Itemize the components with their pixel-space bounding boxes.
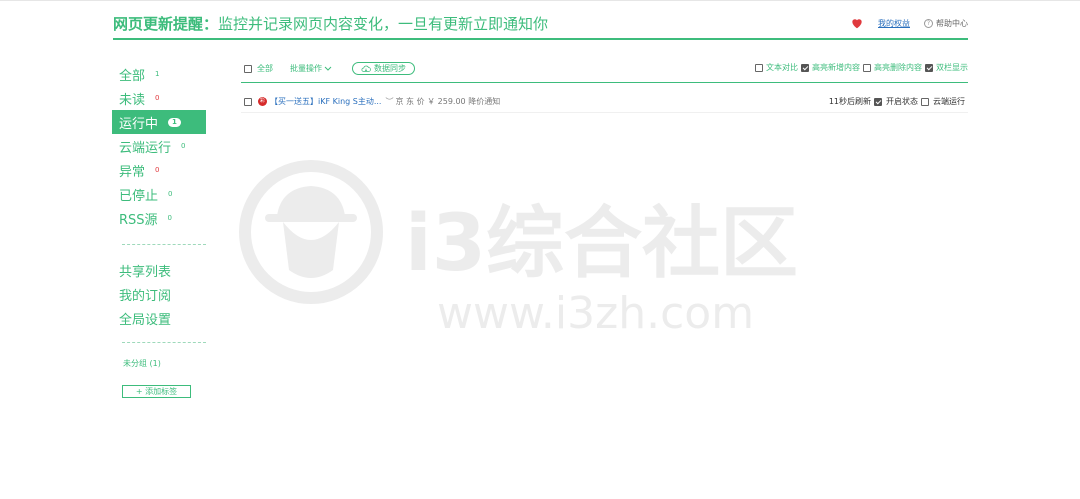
sidebar-item-count: 0: [155, 166, 160, 174]
add-tag-button[interactable]: + 添加标签: [122, 385, 191, 398]
item-meta-text: 京 东 价 ￥ 259.00 降价通知: [395, 97, 501, 106]
help-center-link[interactable]: 帮助中心: [936, 18, 968, 29]
chevron-down-icon: [324, 66, 332, 71]
sidebar-item-count: 1: [155, 70, 160, 78]
sidebar-item-count: 1: [168, 117, 181, 127]
sidebar-item-all[interactable]: 全部 1: [112, 62, 206, 86]
option-highlight-added[interactable]: 高亮新增内容: [801, 62, 860, 73]
sidebar-item-running[interactable]: 运行中 1: [112, 110, 206, 134]
sidebar-item-label: RSS源: [119, 212, 158, 228]
row-left: 彩 【买一送五】iKF King S主动... ︶ 京 东 价 ￥ 259.00…: [244, 96, 500, 107]
sidebar-item-label: 云端运行: [119, 140, 172, 156]
option-text-compare[interactable]: 文本对比: [755, 62, 798, 73]
select-all-checkbox[interactable]: [244, 64, 252, 73]
option-label: 文本对比: [766, 63, 798, 72]
row-right: 11秒后刷新 开启状态 云端运行: [829, 96, 968, 107]
watermark-brand: i3综合社区: [405, 199, 798, 289]
watermark-logo-icon: [239, 160, 383, 304]
group-label: 未分组: [123, 359, 147, 368]
batch-actions-dropdown[interactable]: 批量操作: [290, 63, 332, 74]
toolbar-options: 文本对比 高亮新增内容 高亮删除内容 双栏显示: [752, 62, 968, 73]
sidebar-item-unread[interactable]: 未读 0: [112, 86, 206, 110]
select-all-label: 全部: [257, 64, 273, 73]
my-rights-link[interactable]: 我的权益: [878, 18, 910, 29]
data-sync-label: 数据同步: [374, 64, 406, 73]
cloud-run-checkbox[interactable]: [921, 97, 929, 106]
highlight-deleted-checkbox[interactable]: [863, 63, 871, 72]
sidebar-item-label: 已停止: [119, 188, 159, 204]
sidebar-item-global-settings[interactable]: 全局设置: [112, 306, 206, 330]
jd-logo-icon: ︶: [385, 97, 394, 106]
divider: [122, 342, 206, 343]
sidebar: 全部 1 未读 0 运行中 1 云端运行 0 异常 0 已停止 0 RSS源 0…: [112, 62, 206, 398]
sidebar-item-label: 我的订阅: [119, 288, 172, 304]
cloud-run-label: 云端运行: [933, 97, 965, 106]
option-highlight-deleted[interactable]: 高亮删除内容: [863, 62, 922, 73]
group-count: (1): [149, 359, 161, 368]
row-checkbox[interactable]: [244, 97, 252, 106]
site-favicon-icon: 彩: [258, 97, 267, 106]
help-icon[interactable]: ?: [924, 18, 933, 28]
title-main: 网页更新提醒：: [113, 15, 219, 33]
option-label: 高亮删除内容: [874, 63, 922, 72]
refresh-countdown: 11秒后刷新: [828, 97, 871, 106]
watermark: i3综合社区 www.i3zh.com: [239, 160, 798, 338]
sidebar-item-cloud-running[interactable]: 云端运行 0: [112, 134, 206, 158]
page-header: 网页更新提醒：监控并记录网页内容变化，一旦有更新立即通知你 我的权益 ? 帮助中…: [113, 10, 968, 40]
sidebar-item-rss[interactable]: RSS源 0: [112, 206, 206, 230]
title-subtitle: 监控并记录网页内容变化，一旦有更新立即通知你: [218, 15, 549, 33]
item-title-link[interactable]: 【买一送五】iKF King S主动...: [270, 96, 381, 107]
enabled-checkbox[interactable]: [874, 97, 882, 106]
sidebar-item-count: 0: [155, 94, 160, 102]
item-meta: ︶ 京 东 价 ￥ 259.00 降价通知: [385, 96, 500, 107]
text-compare-checkbox[interactable]: [755, 63, 763, 72]
divider: [122, 244, 206, 245]
sidebar-item-shared-list[interactable]: 共享列表: [112, 258, 206, 282]
option-label: 双栏显示: [936, 63, 968, 72]
sidebar-item-stopped[interactable]: 已停止 0: [112, 182, 206, 206]
sidebar-item-label: 运行中: [119, 116, 159, 132]
table-row: 彩 【买一送五】iKF King S主动... ︶ 京 东 价 ￥ 259.00…: [241, 91, 968, 113]
enabled-label: 开启状态: [886, 97, 918, 106]
dual-column-checkbox[interactable]: [925, 63, 933, 72]
top-border: [0, 0, 1080, 1]
sidebar-item-label: 全局设置: [119, 312, 172, 328]
sidebar-item-my-subscriptions[interactable]: 我的订阅: [112, 282, 206, 306]
sidebar-item-label: 全部: [119, 68, 146, 84]
sidebar-item-label: 异常: [119, 164, 146, 180]
heart-icon[interactable]: [850, 16, 864, 30]
list-toolbar: 全部 批量操作 数据同步 文本对比 高亮新增内容 高亮删除内容 双栏显示: [241, 58, 968, 83]
sidebar-item-count: 0: [168, 190, 173, 198]
option-label: 高亮新增内容: [812, 63, 860, 72]
data-sync-button[interactable]: 数据同步: [352, 62, 415, 75]
sidebar-item-label: 共享列表: [119, 264, 172, 280]
option-dual-column[interactable]: 双栏显示: [925, 62, 968, 73]
header-actions: 我的权益 ? 帮助中心: [850, 16, 968, 30]
sidebar-item-count: 0: [167, 214, 173, 222]
batch-actions-label: 批量操作: [290, 64, 322, 73]
cloud-sync-icon: [361, 65, 371, 72]
highlight-added-checkbox[interactable]: [801, 63, 809, 72]
group-ungrouped[interactable]: 未分组 (1): [112, 358, 206, 370]
toolbar-left: 全部 批量操作 数据同步: [244, 62, 415, 75]
watermark-url: www.i3zh.com: [437, 288, 754, 338]
page-title: 网页更新提醒：监控并记录网页内容变化，一旦有更新立即通知你: [113, 13, 548, 34]
sidebar-item-count: 0: [181, 142, 186, 150]
sidebar-item-error[interactable]: 异常 0: [112, 158, 206, 182]
sidebar-item-label: 未读: [119, 92, 146, 108]
